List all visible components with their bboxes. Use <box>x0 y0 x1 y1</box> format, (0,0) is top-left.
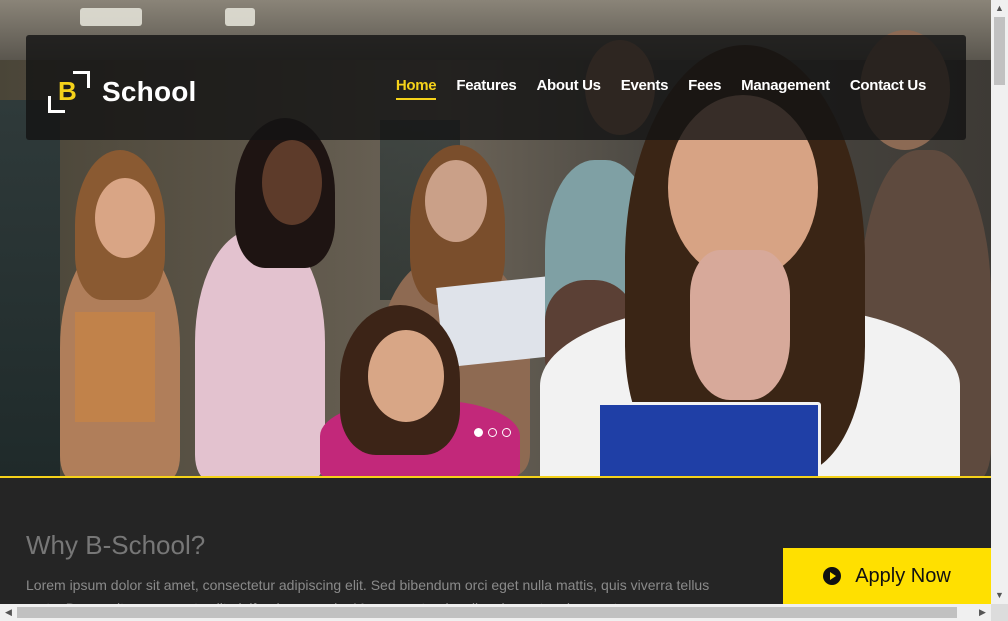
student-head <box>95 178 155 258</box>
nav-item-features[interactable]: Features <box>456 77 516 100</box>
scroll-right-icon[interactable]: ▶ <box>974 604 991 621</box>
student-head <box>368 330 444 422</box>
logo-letter: B <box>58 76 77 106</box>
ceiling-light <box>80 8 142 26</box>
scroll-up-icon[interactable]: ▲ <box>991 0 1008 17</box>
slide-dot[interactable] <box>474 428 483 437</box>
slide-dot[interactable] <box>488 428 497 437</box>
scroll-left-icon[interactable]: ◀ <box>0 604 17 621</box>
nav-item-management[interactable]: Management <box>741 77 830 100</box>
play-circle-icon <box>823 567 842 585</box>
vertical-scrollbar[interactable]: ▲ ▼ <box>991 0 1008 604</box>
nav-item-contact-us[interactable]: Contact Us <box>850 77 926 100</box>
brand-logo[interactable]: B School <box>48 71 197 113</box>
section-text: Lorem ipsum dolor sit amet, consectetur … <box>26 577 710 604</box>
logo-mark-icon: B <box>48 71 90 113</box>
scrollbar-corner <box>991 604 1008 621</box>
student-head <box>425 160 487 242</box>
scarf <box>690 250 790 400</box>
horizontal-scrollbar[interactable]: ◀ ▶ <box>0 604 991 621</box>
vertical-scroll-thumb[interactable] <box>994 17 1005 85</box>
slider-pagination <box>474 428 511 437</box>
why-section: Why B-School? Lorem ipsum dolor sit amet… <box>0 478 991 604</box>
section-title: Why B-School? <box>26 530 206 560</box>
notebook-icon <box>597 402 821 477</box>
slide-dot[interactable] <box>502 428 511 437</box>
horizontal-scroll-thumb[interactable] <box>17 607 957 618</box>
main-nav: Home Features About Us Events Fees Manag… <box>395 77 926 100</box>
apply-now-button[interactable]: Apply Now <box>783 548 991 604</box>
top-navbar: B School Home Features About Us Events F… <box>26 35 966 140</box>
nav-item-home[interactable]: Home <box>395 77 437 100</box>
scroll-down-icon[interactable]: ▼ <box>991 587 1008 604</box>
nav-item-about-us[interactable]: About Us <box>536 77 601 100</box>
page-viewport: B School Home Features About Us Events F… <box>0 0 991 604</box>
bookshelf-left <box>0 100 60 477</box>
ceiling-light <box>225 8 255 26</box>
nav-item-events[interactable]: Events <box>621 77 669 100</box>
nav-item-fees[interactable]: Fees <box>688 77 721 100</box>
brand-name: School <box>102 76 197 107</box>
apply-now-label: Apply Now <box>855 564 951 587</box>
book-icon <box>75 312 155 422</box>
student-head <box>262 140 322 225</box>
